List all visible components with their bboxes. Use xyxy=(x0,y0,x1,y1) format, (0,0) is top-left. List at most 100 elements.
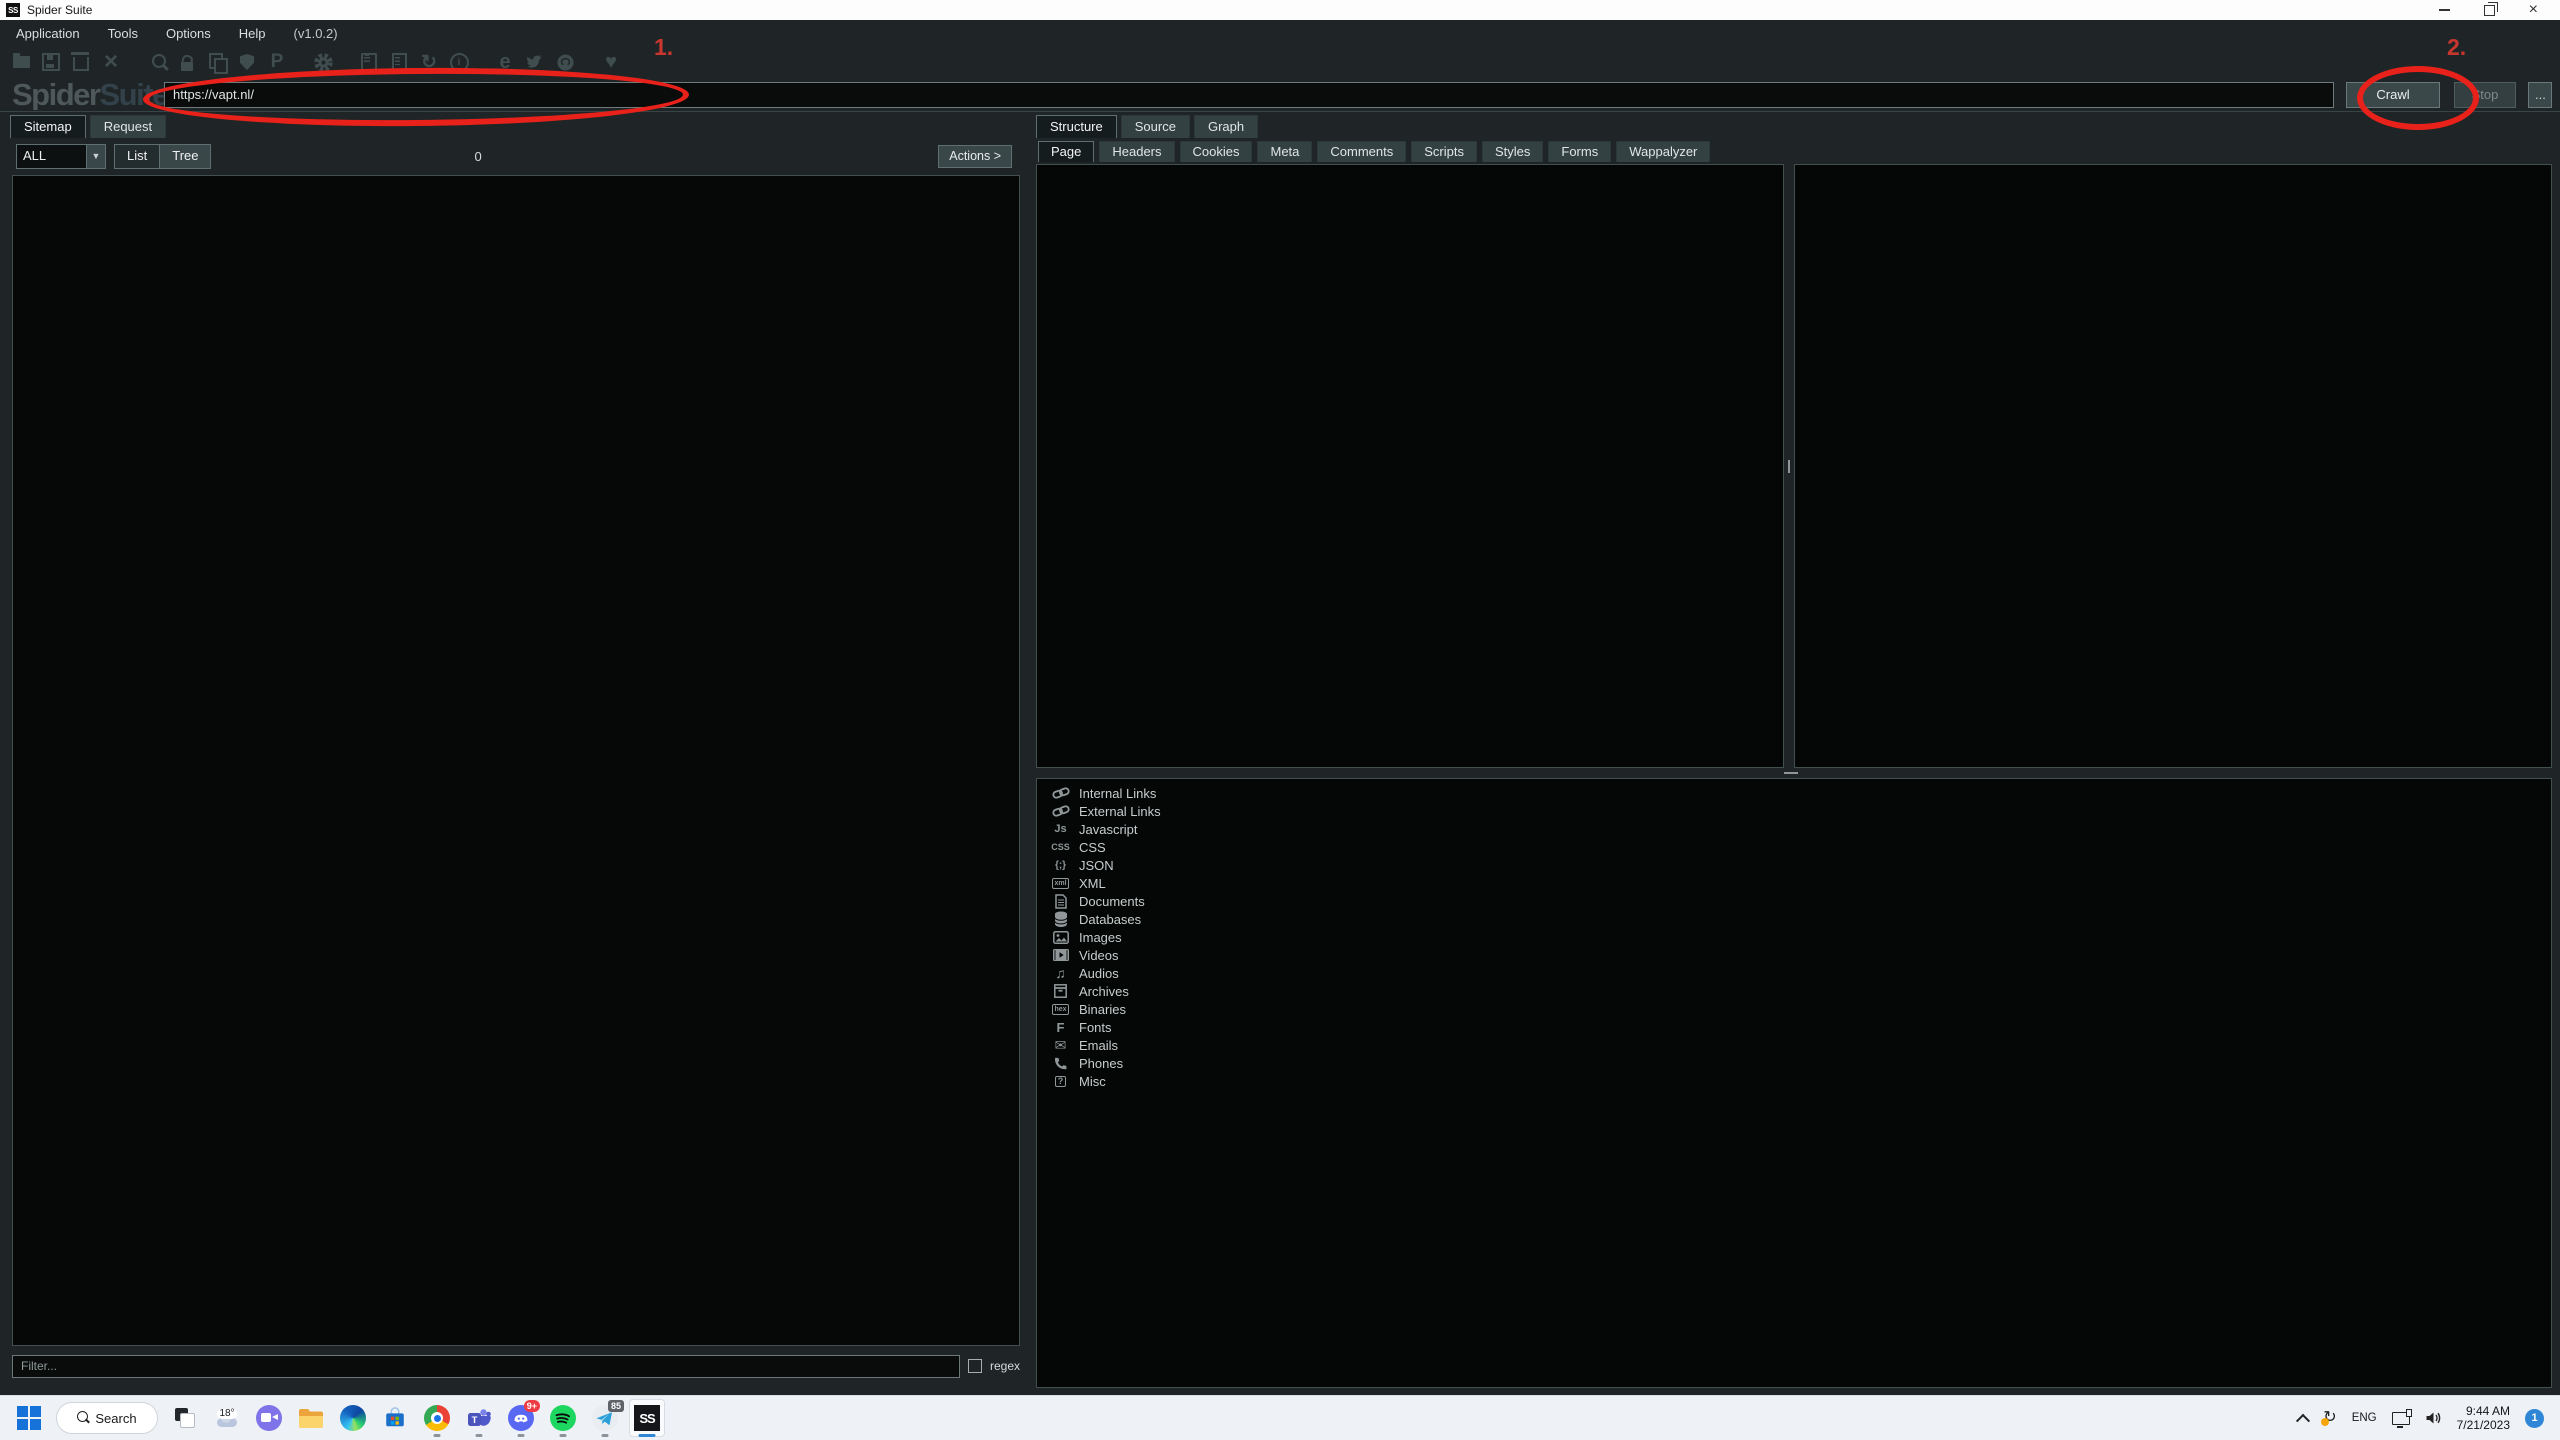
menu-tools[interactable]: Tools xyxy=(108,26,138,41)
list-item[interactable]: hexBinaries xyxy=(1051,1000,2551,1018)
tab-structure[interactable]: Structure xyxy=(1036,115,1117,138)
binary-icon: hex xyxy=(1051,1004,1070,1015)
list-item[interactable]: External Links xyxy=(1051,802,2551,820)
subtab-meta[interactable]: Meta xyxy=(1257,141,1312,162)
tab-source[interactable]: Source xyxy=(1121,115,1190,138)
subtab-headers[interactable]: Headers xyxy=(1099,141,1174,162)
chrome-icon xyxy=(424,1405,450,1431)
folder-icon xyxy=(298,1407,324,1429)
language-indicator[interactable]: ENG xyxy=(2352,1412,2377,1424)
subtab-forms[interactable]: Forms xyxy=(1548,141,1611,162)
list-item[interactable]: Documents xyxy=(1051,892,2551,910)
filter-type-dropdown[interactable]: ALL ▼ xyxy=(16,144,106,169)
menu-application[interactable]: Application xyxy=(16,26,80,41)
page-detail-left-panel[interactable] xyxy=(1036,164,1784,768)
list-item[interactable]: Images xyxy=(1051,928,2551,946)
list-view-button[interactable]: List xyxy=(115,145,159,168)
close-icon[interactable]: × xyxy=(2529,5,2538,15)
network-icon[interactable] xyxy=(2392,1412,2410,1425)
list-item[interactable]: ♫Audios xyxy=(1051,964,2551,982)
filter-input[interactable] xyxy=(12,1355,960,1378)
chevron-down-icon[interactable]: ▼ xyxy=(86,145,105,168)
info-icon[interactable]: i xyxy=(444,48,474,76)
refresh-icon[interactable]: ↻ xyxy=(414,48,444,76)
stop-button[interactable]: Stop xyxy=(2454,82,2516,108)
telegram-button[interactable]: 85 xyxy=(584,1398,626,1438)
open-folder-icon[interactable] xyxy=(6,48,36,76)
subtab-styles[interactable]: Styles xyxy=(1482,141,1543,162)
structure-subtabs: Page Headers Cookies Meta Comments Scrip… xyxy=(1036,139,2552,162)
spidersuite-taskbar-button[interactable]: SS xyxy=(626,1398,668,1438)
crawl-button[interactable]: Crawl xyxy=(2346,82,2440,108)
trash-icon[interactable] xyxy=(66,48,96,76)
tab-sitemap[interactable]: Sitemap xyxy=(10,115,86,138)
subtab-comments[interactable]: Comments xyxy=(1317,141,1406,162)
sitemap-results-panel[interactable] xyxy=(12,175,1020,1346)
copy-icon[interactable] xyxy=(202,48,232,76)
active-app-indicator xyxy=(639,1434,656,1437)
subtab-page[interactable]: Page xyxy=(1038,141,1094,162)
list-item[interactable]: Internal Links xyxy=(1051,784,2551,802)
browser-e-icon[interactable]: e xyxy=(490,48,520,76)
proxy-p-icon[interactable]: P xyxy=(262,48,292,76)
list-item[interactable]: xmlXML xyxy=(1051,874,2551,892)
result-count: 0 xyxy=(474,149,481,164)
vertical-splitter[interactable] xyxy=(1784,164,1794,768)
restore-icon[interactable] xyxy=(2484,5,2495,16)
list-item[interactable]: {;}JSON xyxy=(1051,856,2551,874)
menu-help[interactable]: Help xyxy=(239,26,266,41)
discord-button[interactable]: 9+ xyxy=(500,1398,542,1438)
list-item[interactable]: Videos xyxy=(1051,946,2551,964)
horizontal-splitter[interactable] xyxy=(1036,768,2552,778)
actions-button[interactable]: Actions > xyxy=(938,145,1012,168)
twitter-icon[interactable] xyxy=(520,48,550,76)
tab-graph[interactable]: Graph xyxy=(1194,115,1258,138)
notification-count-badge[interactable]: 1 xyxy=(2525,1409,2544,1428)
list-item[interactable]: JsJavascript xyxy=(1051,820,2551,838)
subtab-cookies[interactable]: Cookies xyxy=(1180,141,1253,162)
spotify-button[interactable] xyxy=(542,1398,584,1438)
close-project-icon[interactable]: × xyxy=(96,48,126,76)
taskbar-search[interactable]: Search xyxy=(56,1402,158,1434)
list-item[interactable]: FFonts xyxy=(1051,1018,2551,1036)
tray-chevron-up-icon[interactable] xyxy=(2296,1414,2310,1428)
minimize-icon[interactable] xyxy=(2439,9,2450,11)
regex-checkbox[interactable] xyxy=(968,1359,982,1373)
subtab-scripts[interactable]: Scripts xyxy=(1411,141,1477,162)
weather-widget[interactable]: 18° xyxy=(206,1398,248,1438)
microsoft-store-button[interactable] xyxy=(374,1398,416,1438)
menu-options[interactable]: Options xyxy=(166,26,211,41)
list-item[interactable]: Databases xyxy=(1051,910,2551,928)
document-icon[interactable] xyxy=(384,48,414,76)
list-item[interactable]: ?Misc xyxy=(1051,1072,2551,1090)
clock[interactable]: 9:44 AM 7/21/2023 xyxy=(2457,1404,2510,1432)
shield-icon[interactable] xyxy=(232,48,262,76)
list-item[interactable]: ✉Emails xyxy=(1051,1036,2551,1054)
file-explorer-button[interactable] xyxy=(290,1398,332,1438)
report-icon[interactable] xyxy=(354,48,384,76)
tree-view-button[interactable]: Tree xyxy=(159,145,210,168)
edge-button[interactable] xyxy=(332,1398,374,1438)
settings-gear-icon[interactable] xyxy=(308,48,338,76)
chat-app-button[interactable] xyxy=(248,1398,290,1438)
search-icon[interactable] xyxy=(142,48,172,76)
font-icon: F xyxy=(1051,1020,1070,1035)
subtab-wappalyzer[interactable]: Wappalyzer xyxy=(1616,141,1710,162)
task-view-button[interactable] xyxy=(164,1398,206,1438)
update-sync-icon[interactable]: ↻ xyxy=(2323,1411,2336,1425)
list-item[interactable]: CSSCSS xyxy=(1051,838,2551,856)
github-icon[interactable] xyxy=(550,48,580,76)
more-options-button[interactable]: ... xyxy=(2528,82,2552,108)
list-item[interactable]: Phones xyxy=(1051,1054,2551,1072)
volume-icon[interactable] xyxy=(2425,1411,2442,1425)
heart-icon[interactable]: ♥ xyxy=(596,48,626,76)
unlock-icon[interactable] xyxy=(172,48,202,76)
save-icon[interactable] xyxy=(36,48,66,76)
url-input[interactable] xyxy=(164,82,2334,108)
chrome-button[interactable] xyxy=(416,1398,458,1438)
list-item[interactable]: Archives xyxy=(1051,982,2551,1000)
start-button[interactable] xyxy=(8,1398,50,1438)
tab-request[interactable]: Request xyxy=(90,115,166,138)
page-detail-right-panel[interactable] xyxy=(1794,164,2552,768)
teams-button[interactable]: T xyxy=(458,1398,500,1438)
